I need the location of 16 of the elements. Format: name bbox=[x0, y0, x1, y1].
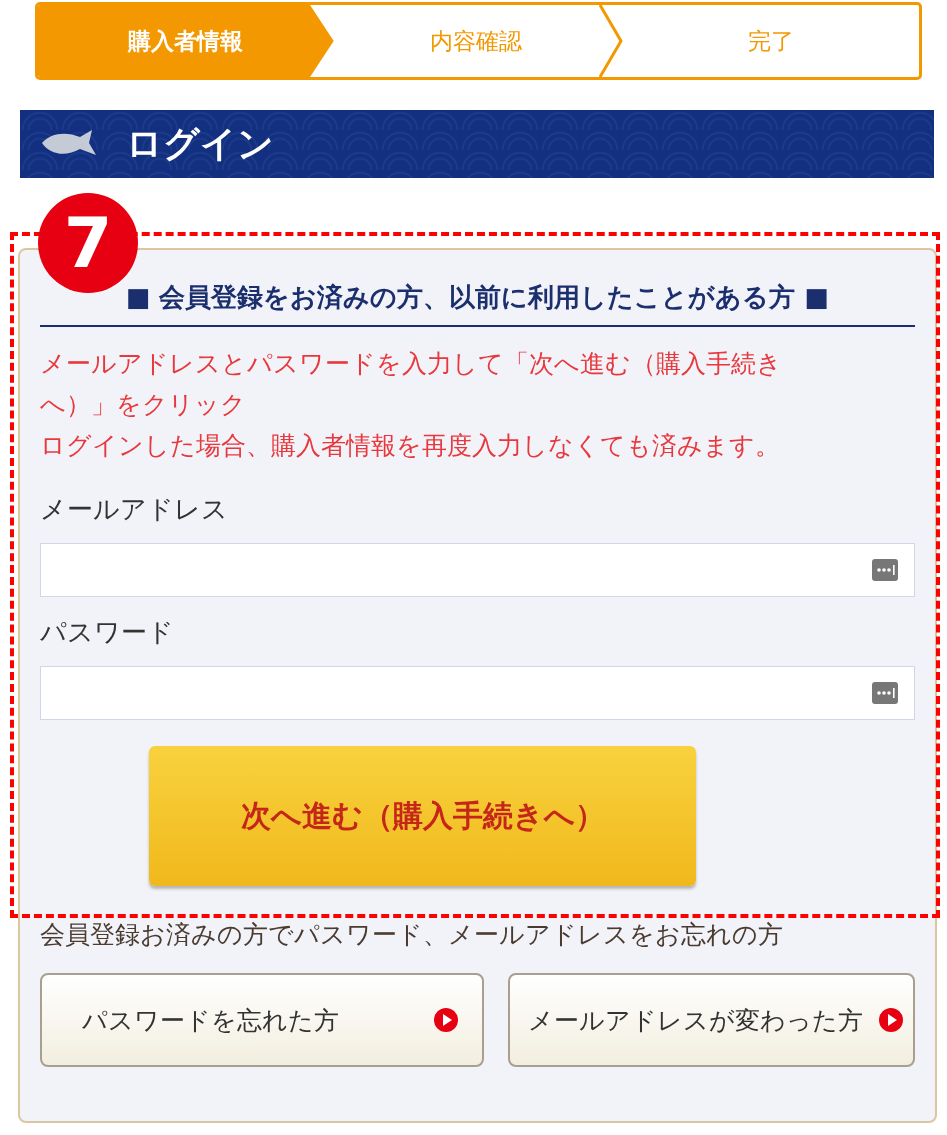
step-label: 購入者情報 bbox=[38, 5, 334, 77]
next-button[interactable]: 次へ進む（購入手続きへ） bbox=[149, 746, 696, 886]
field-label: メールアドレス bbox=[40, 493, 229, 526]
field-label: パスワード bbox=[40, 616, 175, 649]
input-field[interactable] bbox=[40, 666, 915, 720]
chevron-icon bbox=[599, 5, 624, 77]
autofill-icon[interactable] bbox=[872, 559, 898, 581]
forgot-text: 会員登録お済みの方でパスワード、メールアドレスをお忘れの方 bbox=[40, 919, 784, 951]
step-label: 完了 bbox=[747, 26, 796, 56]
instruction-text: メールアドレスとパスワードを入力して「次へ進む（購入手続きへ）」をクリック bbox=[40, 348, 783, 421]
recovery-button[interactable]: パスワードを忘れた方 bbox=[40, 973, 484, 1067]
input-field[interactable] bbox=[40, 543, 915, 597]
recovery-button[interactable]: メールアドレスが変わった方 bbox=[507, 973, 915, 1067]
banner-title: ログイン bbox=[126, 120, 274, 166]
instruction-text: ログインした場合、購入者情報を再度入力しなくても済みます。 bbox=[40, 430, 781, 462]
autofill-icon[interactable] bbox=[872, 682, 898, 704]
